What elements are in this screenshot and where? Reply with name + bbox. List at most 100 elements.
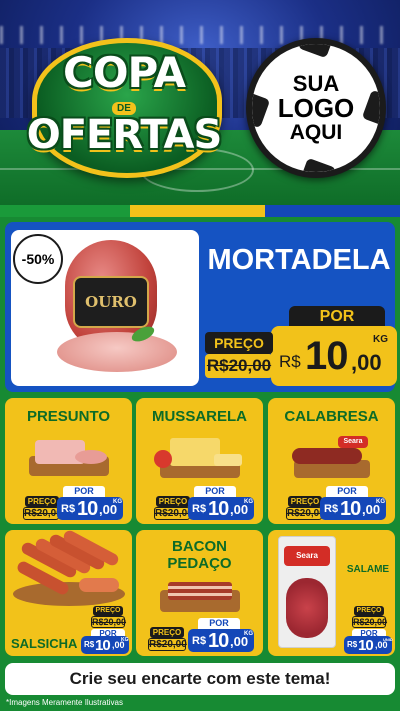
preco-label: PREÇO [288, 496, 322, 507]
old-price: R$20,00 [352, 616, 388, 628]
price-integer: 10 [95, 637, 111, 654]
product-card-bacon[interactable]: BACON PEDAÇO PREÇO R$20,00 POR R$ 10 ,00… [136, 530, 263, 656]
preco-label: PREÇO [93, 606, 123, 616]
featured-currency: R$ [279, 352, 301, 371]
product-name: MUSSARELA [151, 408, 247, 425]
store-logo-placeholder[interactable]: SUA LOGO AQUI [246, 38, 386, 178]
preco-label: PREÇO [354, 606, 384, 616]
header-banner: COPA DE OFERTAS SUA LOGO AQUI [0, 0, 400, 205]
cheese-block [170, 438, 220, 466]
disclaimer-text: *Imagens Meramente Ilustrativas [6, 698, 123, 707]
price-integer: 10 [208, 630, 229, 652]
unit: KG [244, 499, 253, 505]
ball-patch [297, 44, 337, 59]
price-integer: 10 [358, 637, 374, 654]
logo-text-line2: LOGO [277, 92, 355, 123]
featured-unit: KG [373, 334, 388, 345]
price-integer: 10 [208, 498, 229, 520]
price-tag: R$ 10 ,00 KG [57, 497, 123, 520]
por-label: POR [63, 486, 105, 497]
mussarela-image [154, 434, 243, 482]
logo-text-line3: AQUI [289, 121, 343, 145]
ball-patch [252, 89, 271, 129]
por-label: POR [326, 486, 368, 497]
unit: UNID [383, 637, 393, 642]
product-name: SALSICHA [11, 636, 78, 651]
featured-offer-card[interactable]: OURO -50% MORTADELA POR R$ 10 ,00 KG PRE… [5, 222, 397, 392]
salame-slices [286, 578, 328, 638]
tomato [154, 450, 172, 468]
presunto-image [25, 434, 112, 482]
discount-badge: -50% [13, 234, 63, 284]
ball-patch [361, 89, 380, 129]
currency: R$ [192, 635, 207, 647]
currency: R$ [84, 640, 95, 649]
price-integer: 10 [77, 498, 98, 520]
product-card-salsicha[interactable]: SALSICHA PREÇO R$20,00 POR R$ 10 ,00 KG [5, 530, 132, 656]
product-name: BACON PEDAÇO [136, 538, 263, 572]
unit: KG [244, 631, 253, 637]
currency: R$ [347, 640, 358, 649]
currency: R$ [324, 503, 339, 515]
unit: KG [376, 499, 385, 505]
ball-patch [297, 157, 337, 172]
featured-old-price: R$20,00 [205, 354, 273, 378]
flag-stripe [0, 205, 400, 217]
price-integer: 10 [340, 498, 361, 520]
product-card-mussarela[interactable]: MUSSARELA PREÇO R$20,00 POR R$ 10 ,00 KG [136, 398, 263, 524]
featured-product-name: MORTADELA [207, 244, 391, 276]
campaign-logo: COPA DE OFERTAS [24, 28, 224, 180]
seara-logo: Seara [284, 546, 330, 566]
old-price: R$20,00 [91, 616, 127, 628]
product-name-line2: PEDAÇO [167, 555, 232, 572]
campaign-title-line1: COPA [63, 48, 186, 97]
featured-price-tag: R$ 10 ,00 KG [271, 326, 397, 386]
campaign-title-line2: OFERTAS [26, 112, 223, 158]
featured-price-decimal: ,00 [351, 350, 382, 375]
por-label: POR [198, 618, 240, 629]
price-tag: R$ 10 ,00 KG [188, 497, 254, 520]
product-name-line1: BACON [172, 538, 227, 555]
sausage-ring [292, 448, 362, 464]
price-tag: R$ 10 ,00 UNID [344, 636, 393, 654]
product-card-presunto[interactable]: PRESUNTO PREÇO R$20,00 POR R$ 10 ,00 KG [5, 398, 132, 524]
currency: R$ [192, 503, 207, 515]
salsicha-image [9, 530, 127, 616]
ham-slices [75, 450, 107, 464]
old-price: R$20,00 [148, 638, 187, 651]
por-label: POR [194, 486, 236, 497]
stripe-yellow [130, 205, 265, 217]
product-name: CALABRESA [284, 408, 379, 425]
stripe-green [0, 205, 130, 217]
bacon-slab [168, 582, 232, 600]
mortadela-brand-label: OURO [73, 276, 149, 328]
seara-logo: Seara [338, 436, 368, 448]
product-name: PRESUNTO [26, 408, 111, 425]
old-price: R$20,00 [286, 507, 325, 520]
featured-por-label: POR [289, 306, 385, 328]
preco-label: PREÇO [156, 496, 190, 507]
price-tag: R$ 10 ,00 KG [320, 497, 386, 520]
salame-image: Seara [278, 536, 336, 650]
price-tag: R$ 10 ,00 KG [188, 629, 254, 652]
stripe-blue [265, 205, 400, 217]
old-price: R$20,00 [23, 507, 62, 520]
sausage-slices [79, 578, 119, 592]
price-tag: R$ 10 ,00 KG [81, 636, 129, 654]
featured-preco-label: PREÇO [205, 332, 273, 354]
calabresa-image: Seara [288, 434, 375, 482]
bacon-image [156, 576, 243, 616]
mortadela-slices [57, 332, 177, 372]
create-flyer-cta[interactable]: Crie seu encarte com este tema! [5, 663, 395, 695]
logo-text-line1: SUA [292, 70, 340, 96]
featured-price-integer: 10 [305, 334, 348, 378]
product-card-calabresa[interactable]: CALABRESA Seara PREÇO R$20,00 POR R$ 10 … [268, 398, 395, 524]
preco-label: PREÇO [150, 627, 184, 638]
product-card-salame[interactable]: Seara SALAME PREÇO R$20,00 POR R$ 10 ,00… [268, 530, 395, 656]
old-price: R$20,00 [154, 507, 193, 520]
unit: KG [113, 499, 122, 505]
preco-label: PREÇO [25, 496, 59, 507]
product-name: SALAME [346, 564, 390, 575]
offers-board: OURO -50% MORTADELA POR R$ 10 ,00 KG PRE… [0, 217, 400, 711]
currency: R$ [61, 503, 76, 515]
